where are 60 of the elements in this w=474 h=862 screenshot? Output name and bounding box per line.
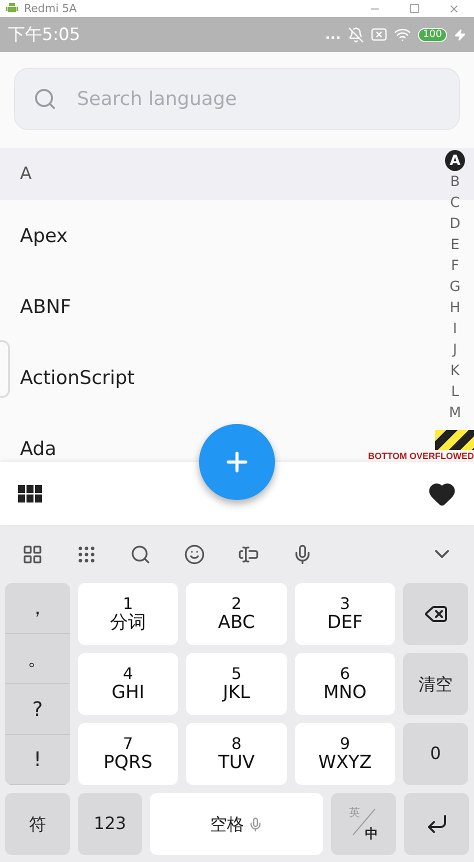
- search-input[interactable]: Search language: [75, 87, 441, 111]
- search-icon[interactable]: [130, 544, 150, 564]
- language-name[interactable]: ABNF: [20, 296, 72, 318]
- index-letter[interactable]: M: [445, 402, 465, 423]
- number-key[interactable]: 7 PQRS: [78, 723, 178, 785]
- overflow-warning: BOTTOM OVERFLOWED: [368, 451, 474, 461]
- index-letter[interactable]: I: [445, 318, 465, 339]
- add-button[interactable]: [199, 424, 275, 500]
- cursor-icon[interactable]: [238, 544, 258, 564]
- grid-icon[interactable]: [18, 484, 42, 502]
- index-letter[interactable]: F: [445, 255, 465, 276]
- backspace-key[interactable]: [403, 583, 468, 645]
- number-key[interactable]: 4 GHI: [78, 653, 178, 715]
- space-key[interactable]: 空格: [150, 793, 323, 855]
- wifi-icon: [394, 26, 411, 43]
- keyboard-icon[interactable]: [76, 544, 96, 564]
- language-name[interactable]: ActionScript: [20, 366, 135, 388]
- language-name[interactable]: Ada: [20, 438, 56, 460]
- index-letter[interactable]: H: [445, 297, 465, 318]
- search-field[interactable]: Search language: [14, 68, 460, 130]
- number-key[interactable]: 8 TUV: [186, 723, 287, 785]
- index-letter[interactable]: L: [445, 381, 465, 402]
- microphone-icon: [248, 816, 263, 832]
- language-switch-key[interactable]: 英 中: [331, 793, 396, 855]
- bell-off-icon: [348, 26, 364, 42]
- overflow-stripe: [435, 430, 474, 450]
- key[interactable]: 符: [5, 793, 70, 855]
- charging-icon: [454, 28, 466, 40]
- clock: 下午5:05: [8, 24, 82, 46]
- search-icon: [33, 87, 57, 111]
- key[interactable]: 123: [78, 793, 142, 855]
- index-letter[interactable]: D: [445, 213, 465, 234]
- sim-x-icon: [370, 28, 387, 41]
- punctuation-key[interactable]: 。: [5, 634, 70, 684]
- index-letter[interactable]: K: [445, 360, 465, 381]
- close-icon[interactable]: [448, 2, 460, 14]
- apps-icon[interactable]: [22, 544, 42, 564]
- number-key[interactable]: 1 分词: [78, 583, 178, 645]
- key[interactable]: 0: [403, 723, 468, 785]
- punctuation-key[interactable]: ，: [5, 583, 70, 634]
- index-letter[interactable]: J: [445, 339, 465, 360]
- punctuation-key[interactable]: !: [5, 734, 70, 785]
- key[interactable]: 清空: [403, 653, 468, 715]
- language-name[interactable]: Apex: [20, 224, 68, 246]
- more-notifications: ...: [324, 26, 341, 42]
- index-letter[interactable]: C: [445, 192, 465, 213]
- punctuation-key[interactable]: ?: [5, 684, 70, 734]
- maximize-icon[interactable]: [409, 2, 420, 14]
- number-key[interactable]: 6 MNO: [295, 653, 395, 715]
- android-icon: [6, 3, 18, 14]
- window-title: Redmi 5A: [24, 2, 78, 15]
- index-letter[interactable]: E: [445, 234, 465, 255]
- battery-level: 100: [418, 28, 447, 42]
- number-key[interactable]: 9 WXYZ: [295, 723, 395, 785]
- number-key[interactable]: 5 JKL: [186, 653, 287, 715]
- index-letter[interactable]: B: [445, 171, 465, 192]
- number-key[interactable]: 2 ABC: [186, 583, 287, 645]
- index-letter[interactable]: G: [445, 276, 465, 297]
- number-key[interactable]: 3 DEF: [295, 583, 395, 645]
- emoji-icon[interactable]: [184, 544, 204, 564]
